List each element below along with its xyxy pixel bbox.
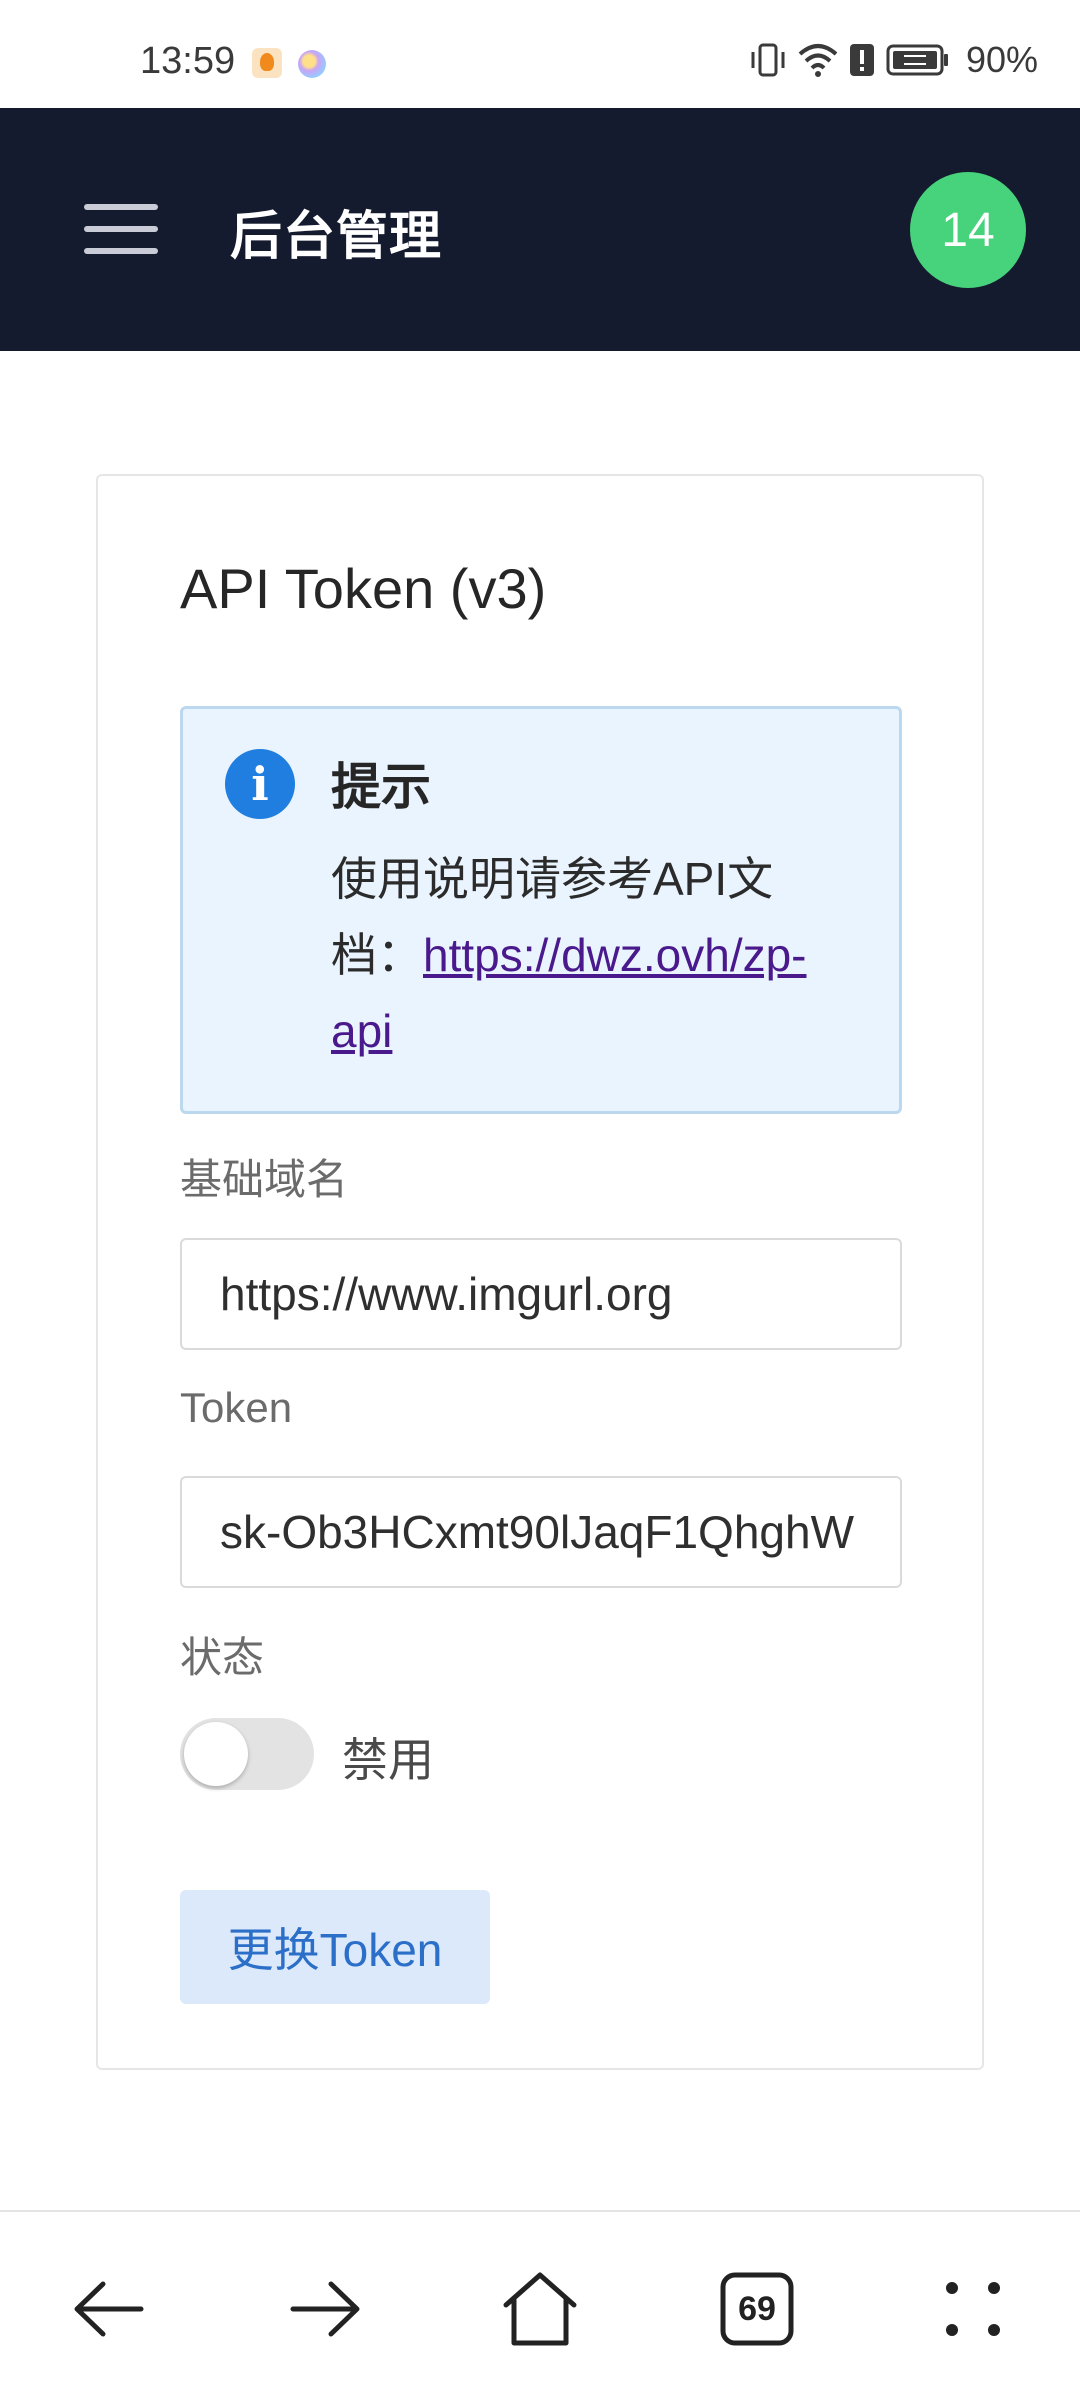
app-title: 后台管理 bbox=[230, 208, 443, 266]
vibrate-icon bbox=[751, 43, 785, 77]
notification-assistant-icon bbox=[298, 50, 326, 78]
api-token-card: API Token (v3) i 提示 使用说明请参考API文档：https:/… bbox=[96, 474, 984, 2070]
status-toggle[interactable] bbox=[180, 1718, 314, 1790]
notice-text: 使用说明请参考API文档：https://dwz.ovh/zp-api bbox=[331, 841, 851, 1069]
forward-button[interactable] bbox=[280, 2264, 370, 2354]
more-icon bbox=[946, 2282, 1000, 2336]
notice-alert: i 提示 使用说明请参考API文档：https://dwz.ovh/zp-api bbox=[180, 706, 902, 1114]
tabs-button[interactable]: 69 bbox=[712, 2264, 802, 2354]
notification-app-icon bbox=[252, 48, 282, 78]
notice-title: 提示 bbox=[331, 759, 431, 815]
app-bar: 后台管理 14 bbox=[0, 108, 1080, 351]
token-label: Token bbox=[180, 1384, 293, 1431]
status-time: 13:59 bbox=[140, 40, 236, 82]
home-icon bbox=[503, 2272, 577, 2346]
menu-button[interactable] bbox=[84, 204, 158, 254]
status-label: 状态 bbox=[180, 1634, 265, 1681]
info-icon: i bbox=[225, 749, 295, 819]
battery-percent: 90% bbox=[965, 39, 1038, 80]
base-domain-label: 基础域名 bbox=[180, 1156, 349, 1203]
back-icon bbox=[74, 2281, 144, 2337]
status-icons: 90% bbox=[748, 39, 1038, 80]
tabs-count: 69 bbox=[738, 2289, 776, 2328]
back-button[interactable] bbox=[64, 2264, 154, 2354]
more-button[interactable] bbox=[928, 2264, 1018, 2354]
battery-icon bbox=[886, 44, 948, 76]
status-bar: 13:59 90% bbox=[0, 0, 1080, 108]
status-toggle-label: 禁用 bbox=[342, 1734, 434, 1786]
change-token-button[interactable]: 更换Token bbox=[180, 1890, 490, 2004]
home-button[interactable] bbox=[495, 2264, 585, 2354]
avatar[interactable]: 14 bbox=[910, 172, 1026, 288]
alert-icon bbox=[849, 44, 874, 76]
base-domain-input[interactable]: https://www.imgurl.org bbox=[180, 1238, 902, 1350]
toggle-knob bbox=[184, 1722, 248, 1786]
browser-bottom-nav: 69 bbox=[0, 2210, 1080, 2402]
token-input[interactable]: sk-Ob3HCxmt90lJaqF1QhghW bbox=[180, 1476, 902, 1588]
card-title: API Token (v3) bbox=[180, 557, 547, 620]
wifi-icon bbox=[798, 44, 838, 77]
forward-icon bbox=[290, 2281, 360, 2337]
